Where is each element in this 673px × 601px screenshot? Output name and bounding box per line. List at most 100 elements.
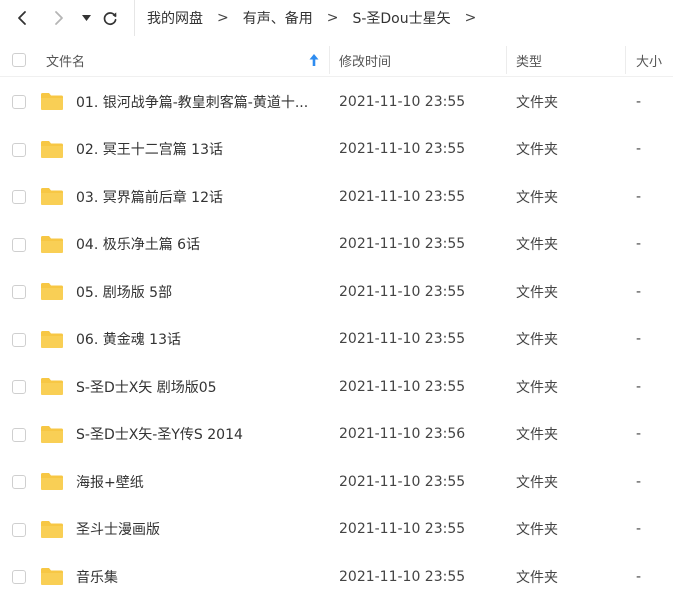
breadcrumb-item-audio-backup[interactable]: 有声、备用 — [243, 8, 313, 28]
row-checkbox[interactable] — [12, 190, 26, 204]
column-divider[interactable] — [329, 46, 330, 74]
table-row[interactable]: 05. 剧场版 5部 2021-11-10 23:55 文件夹 - — [0, 268, 673, 316]
row-checkbox[interactable] — [12, 522, 26, 537]
modified-time: 2021-11-10 23:56 — [339, 426, 466, 443]
breadcrumb-separator[interactable]: > — [465, 10, 477, 26]
row-checkbox[interactable] — [12, 570, 26, 584]
column-header-type[interactable]: 类型 — [516, 44, 616, 76]
file-type: 文件夹 — [516, 189, 558, 206]
file-type: 文件夹 — [516, 427, 558, 444]
file-size: - — [636, 521, 642, 538]
file-size: - — [636, 473, 642, 490]
modified-time: 2021-11-10 23:55 — [339, 188, 466, 205]
modified-time: 2021-11-10 23:55 — [339, 331, 466, 348]
file-name[interactable]: 05. 剧场版 5部 — [76, 268, 316, 316]
file-name[interactable]: S-圣D士X矢-圣Y传S 2014 — [76, 411, 316, 459]
row-checkbox[interactable] — [12, 237, 26, 252]
table-row[interactable]: 音乐集 2021-11-10 23:55 文件夹 - — [0, 553, 673, 601]
modified-time: 2021-11-10 23:55 — [339, 521, 466, 538]
file-type: 文件夹 — [516, 237, 558, 254]
folder-icon — [41, 140, 63, 158]
modified-time: 2021-11-10 23:55 — [339, 93, 466, 110]
folder-icon — [41, 520, 63, 538]
chevron-right-icon — [55, 11, 63, 25]
back-button[interactable] — [10, 0, 34, 36]
file-name[interactable]: 海报+壁纸 — [76, 458, 316, 506]
modified-time: 2021-11-10 23:55 — [339, 283, 466, 300]
file-name[interactable]: 06. 黄金魂 13话 — [76, 316, 316, 364]
history-dropdown-button[interactable] — [78, 0, 94, 36]
file-size: - — [636, 188, 642, 205]
column-divider[interactable] — [506, 46, 507, 74]
file-name[interactable]: 音乐集 — [76, 553, 316, 601]
chevron-left-icon — [18, 11, 26, 25]
file-size: - — [636, 378, 642, 395]
file-type: 文件夹 — [516, 474, 558, 491]
file-name[interactable]: 01. 银河战争篇-教皇刺客篇-黄道十... — [76, 78, 316, 126]
table-row[interactable]: S-圣D士X矢 剧场版05 2021-11-10 23:55 文件夹 - — [0, 363, 673, 411]
row-checkbox[interactable] — [12, 380, 26, 394]
breadcrumb-separator: > — [217, 10, 229, 26]
table-row[interactable]: 06. 黄金魂 13话 2021-11-10 23:55 文件夹 - — [0, 316, 673, 364]
folder-icon — [41, 425, 63, 443]
row-checkbox[interactable] — [12, 475, 26, 489]
navigation-toolbar: 我的网盘 > 有声、备用 > S-圣Dou士星矢 > — [0, 0, 673, 36]
row-checkbox[interactable] — [12, 285, 26, 299]
file-type: 文件夹 — [516, 569, 558, 586]
folder-icon — [41, 473, 63, 490]
folder-icon — [41, 188, 63, 205]
file-list-header: 文件名 修改时间 类型 大小 — [0, 44, 673, 77]
file-name[interactable]: 04. 极乐净土篇 6话 — [76, 221, 316, 269]
file-size: - — [636, 568, 642, 585]
sort-ascending-icon[interactable] — [309, 53, 319, 67]
table-row[interactable]: 海报+壁纸 2021-11-10 23:55 文件夹 - — [0, 458, 673, 506]
row-checkbox[interactable] — [12, 332, 26, 347]
file-name[interactable]: 02. 冥王十二宫篇 13话 — [76, 126, 316, 174]
file-name[interactable]: 03. 冥界篇前后章 12话 — [76, 173, 316, 221]
refresh-button[interactable] — [100, 0, 120, 36]
modified-time: 2021-11-10 23:55 — [339, 236, 466, 253]
file-type: 文件夹 — [516, 284, 558, 301]
column-header-modified[interactable]: 修改时间 — [339, 44, 499, 76]
breadcrumb-item-my-drive[interactable]: 我的网盘 — [147, 8, 203, 28]
file-size: - — [636, 283, 642, 300]
table-row[interactable]: 圣斗士漫画版 2021-11-10 23:55 文件夹 - — [0, 506, 673, 554]
row-checkbox[interactable] — [12, 142, 26, 157]
file-type: 文件夹 — [516, 94, 558, 111]
modified-time: 2021-11-10 23:55 — [339, 568, 466, 585]
file-size: - — [636, 141, 642, 158]
folder-icon — [41, 330, 63, 348]
file-size: - — [636, 426, 642, 443]
forward-button[interactable] — [48, 0, 70, 36]
table-row[interactable]: 01. 银河战争篇-教皇刺客篇-黄道十... 2021-11-10 23:55 文件… — [0, 78, 673, 126]
modified-time: 2021-11-10 23:55 — [339, 141, 466, 158]
folder-icon — [41, 568, 63, 585]
row-checkbox[interactable] — [12, 95, 26, 109]
row-checkbox[interactable] — [12, 427, 26, 442]
folder-icon — [41, 283, 63, 300]
folder-icon — [41, 93, 63, 110]
column-header-size[interactable]: 大小 — [636, 44, 673, 76]
table-row[interactable]: 03. 冥界篇前后章 12话 2021-11-10 23:55 文件夹 - — [0, 173, 673, 221]
table-row[interactable]: 02. 冥王十二宫篇 13话 2021-11-10 23:55 文件夹 - — [0, 126, 673, 174]
file-type: 文件夹 — [516, 522, 558, 539]
refresh-icon — [103, 12, 117, 26]
file-size: - — [636, 331, 642, 348]
file-type: 文件夹 — [516, 142, 558, 159]
folder-icon — [41, 235, 63, 253]
select-all-checkbox[interactable] — [12, 53, 26, 67]
file-name[interactable]: 圣斗士漫画版 — [76, 506, 316, 554]
column-divider[interactable] — [625, 46, 626, 74]
breadcrumb-item-current-folder[interactable]: S-圣Dou士星矢 — [352, 8, 450, 28]
file-type: 文件夹 — [516, 332, 558, 349]
column-header-name[interactable]: 文件名 — [46, 44, 316, 76]
file-type: 文件夹 — [516, 379, 558, 396]
file-size: - — [636, 93, 642, 110]
modified-time: 2021-11-10 23:55 — [339, 473, 466, 490]
caret-down-icon — [81, 15, 91, 21]
folder-icon — [41, 378, 63, 395]
file-name[interactable]: S-圣D士X矢 剧场版05 — [76, 363, 316, 411]
table-row[interactable]: 04. 极乐净土篇 6话 2021-11-10 23:55 文件夹 - — [0, 221, 673, 269]
table-row[interactable]: S-圣D士X矢-圣Y传S 2014 2021-11-10 23:56 文件夹 - — [0, 411, 673, 459]
breadcrumb: 我的网盘 > 有声、备用 > S-圣Dou士星矢 > — [134, 0, 490, 36]
